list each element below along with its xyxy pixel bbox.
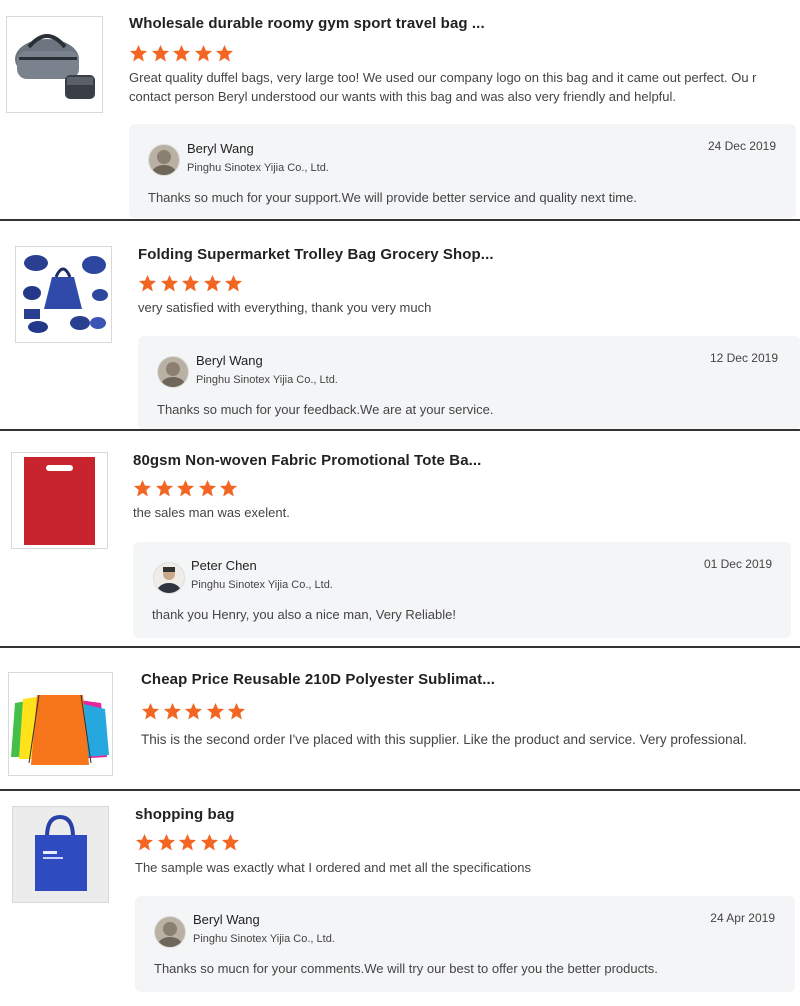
star-icon xyxy=(155,479,174,498)
review-comment: This is the second order I've placed wit… xyxy=(141,732,747,747)
star-icon xyxy=(172,44,191,63)
star-rating xyxy=(135,833,243,853)
review-comment: very satisfied with everything, thank yo… xyxy=(138,300,432,315)
star-icon xyxy=(135,833,154,852)
supplier-reply: Beryl Wang Pinghu Sinotex Yijia Co., Ltd… xyxy=(138,336,800,430)
star-rating xyxy=(133,479,241,499)
supplier-reply: Beryl Wang Pinghu Sinotex Yijia Co., Ltd… xyxy=(135,896,795,992)
star-icon xyxy=(160,274,179,293)
avatar xyxy=(153,562,185,594)
product-image-shopping-bag[interactable] xyxy=(12,806,109,903)
product-image-drawstring-bag[interactable] xyxy=(8,672,113,776)
star-icon xyxy=(227,702,246,721)
reply-author-name: Beryl Wang xyxy=(193,912,260,927)
star-icon xyxy=(215,44,234,63)
product-image-trolley-bag[interactable] xyxy=(15,246,112,343)
reply-text: Thanks so much for your feedback.We are … xyxy=(157,402,494,417)
product-title[interactable]: 80gsm Non-woven Fabric Promotional Tote … xyxy=(133,452,481,469)
star-icon xyxy=(224,274,243,293)
avatar xyxy=(148,144,180,176)
reply-text: thank you Henry, you also a nice man, Ve… xyxy=(152,607,456,622)
star-icon xyxy=(138,274,157,293)
product-title[interactable]: Folding Supermarket Trolley Bag Grocery … xyxy=(138,246,494,263)
star-rating xyxy=(138,274,246,294)
reply-author-name: Peter Chen xyxy=(191,558,257,573)
star-icon xyxy=(206,702,225,721)
product-title[interactable]: Cheap Price Reusable 210D Polyester Subl… xyxy=(141,671,495,688)
star-icon xyxy=(133,479,152,498)
reply-company: Pinghu Sinotex Yijia Co., Ltd. xyxy=(196,374,338,386)
product-title[interactable]: shopping bag xyxy=(135,806,235,823)
reply-date: 24 Dec 2019 xyxy=(707,139,776,153)
supplier-reply: Beryl Wang Pinghu Sinotex Yijia Co., Ltd… xyxy=(129,124,796,218)
reply-date: 24 Apr 2019 xyxy=(710,911,775,925)
star-icon xyxy=(219,479,238,498)
reply-date: 12 Dec 2019 xyxy=(709,351,778,365)
reply-company: Pinghu Sinotex Yijia Co., Ltd. xyxy=(187,162,329,174)
review-item: Wholesale durable roomy gym sport travel… xyxy=(0,0,800,220)
review-item: Cheap Price Reusable 210D Polyester Subl… xyxy=(0,648,800,790)
product-title[interactable]: Wholesale durable roomy gym sport travel… xyxy=(129,15,485,32)
product-image-tote-bag[interactable] xyxy=(11,452,108,549)
reply-author-name: Beryl Wang xyxy=(196,353,263,368)
review-comment: Great quality duffel bags, very large to… xyxy=(129,70,757,104)
star-icon xyxy=(178,833,197,852)
star-icon xyxy=(198,479,217,498)
star-icon xyxy=(184,702,203,721)
star-icon xyxy=(203,274,222,293)
review-item: shopping bag The sample was exactly what… xyxy=(0,792,800,1006)
star-icon xyxy=(194,44,213,63)
star-icon xyxy=(151,44,170,63)
star-rating xyxy=(129,44,237,64)
reply-company: Pinghu Sinotex Yijia Co., Ltd. xyxy=(191,579,333,591)
review-comment: the sales man was exelent. xyxy=(133,505,290,520)
avatar xyxy=(154,916,186,948)
reply-text: Thanks so mucn for your comments.We will… xyxy=(154,961,658,976)
review-divider xyxy=(0,219,800,221)
star-icon xyxy=(200,833,219,852)
star-icon xyxy=(163,702,182,721)
star-icon xyxy=(141,702,160,721)
star-icon xyxy=(129,44,148,63)
reply-company: Pinghu Sinotex Yijia Co., Ltd. xyxy=(193,933,335,945)
review-divider xyxy=(0,429,800,431)
review-divider xyxy=(0,789,800,791)
star-rating xyxy=(141,702,249,722)
star-icon xyxy=(221,833,240,852)
supplier-reply: Peter Chen Pinghu Sinotex Yijia Co., Ltd… xyxy=(133,542,791,638)
review-item: 80gsm Non-woven Fabric Promotional Tote … xyxy=(0,432,800,646)
reply-text: Thanks so much for your support.We will … xyxy=(148,190,637,205)
star-icon xyxy=(176,479,195,498)
star-icon xyxy=(157,833,176,852)
avatar xyxy=(157,356,189,388)
reply-date: 01 Dec 2019 xyxy=(703,557,772,571)
review-comment: The sample was exactly what I ordered an… xyxy=(135,860,531,875)
review-item: Folding Supermarket Trolley Bag Grocery … xyxy=(0,222,800,430)
product-image-gym-bag[interactable] xyxy=(6,16,103,113)
star-icon xyxy=(181,274,200,293)
reply-author-name: Beryl Wang xyxy=(187,141,254,156)
